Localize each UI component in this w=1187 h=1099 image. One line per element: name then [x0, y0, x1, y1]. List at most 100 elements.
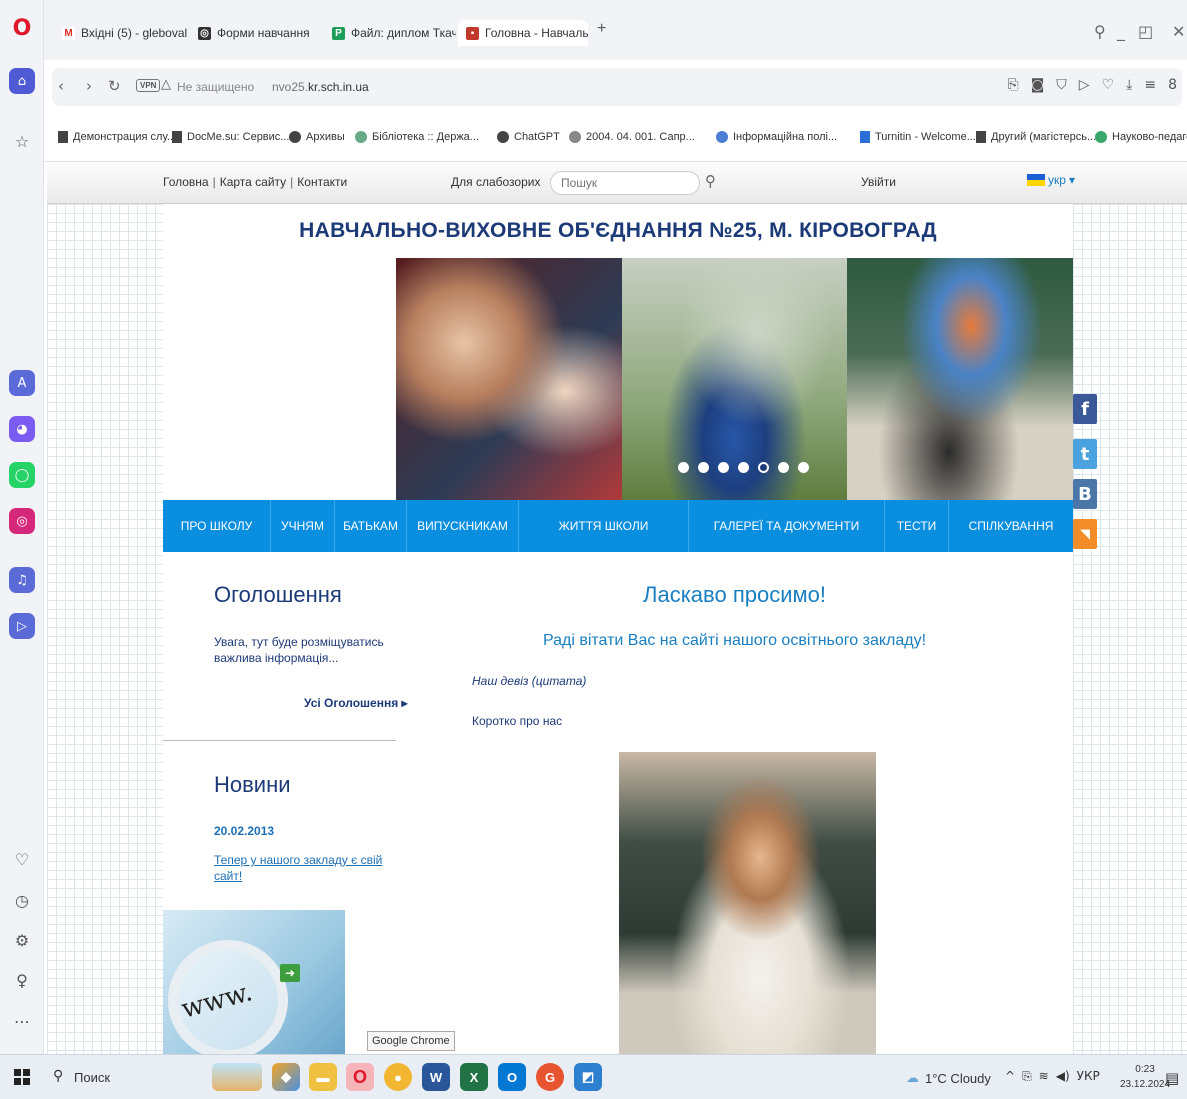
- taskbar-search[interactable]: Поиск: [74, 1070, 110, 1085]
- language-select[interactable]: укр ▾: [1027, 173, 1075, 187]
- menu-about-school[interactable]: ПРО ШКОЛУ: [163, 500, 271, 552]
- aria-icon[interactable]: A: [9, 370, 35, 396]
- heart-icon[interactable]: ♡: [1102, 77, 1115, 93]
- color-app-icon[interactable]: ◆: [272, 1063, 300, 1091]
- forward-icon[interactable]: ›: [86, 77, 92, 95]
- file-explorer-icon[interactable]: ▬: [309, 1063, 337, 1091]
- messenger-icon[interactable]: ◕: [9, 416, 35, 442]
- bookmark[interactable]: Бібліотека :: Держа...: [355, 131, 479, 143]
- slider-dot[interactable]: [778, 462, 789, 473]
- screenshot-icon[interactable]: ⎘: [1008, 77, 1019, 93]
- more-icon[interactable]: ⋯: [9, 1008, 35, 1034]
- home-icon[interactable]: ⌂: [9, 68, 35, 94]
- clipboard-icon[interactable]: ⎘: [1022, 1069, 1032, 1084]
- site-search-input[interactable]: [550, 171, 700, 195]
- bookmark[interactable]: Другий (магістерсь...: [976, 131, 1096, 143]
- chrome-icon[interactable]: ●: [384, 1063, 412, 1091]
- reload-icon[interactable]: ↻: [108, 77, 121, 95]
- whatsapp-icon[interactable]: ◯: [9, 462, 35, 488]
- bookmark[interactable]: Архивы: [289, 131, 345, 143]
- slider-dot[interactable]: [718, 462, 729, 473]
- download-icon[interactable]: ⤓: [1126, 77, 1132, 93]
- shield-icon[interactable]: ⛉: [1056, 77, 1067, 93]
- clock[interactable]: 0:23 23.12.2024: [1120, 1062, 1170, 1092]
- bookmark[interactable]: Turnitin - Welcome...: [860, 131, 976, 143]
- slider-dot[interactable]: [698, 462, 709, 473]
- gmail-icon: M: [62, 26, 75, 40]
- bookmark[interactable]: Науково-педагогіч...: [1095, 131, 1187, 143]
- music-icon[interactable]: ♫: [9, 567, 35, 593]
- player-icon[interactable]: ▷: [9, 613, 35, 639]
- news-link[interactable]: Тепер у нашого закладу є свій сайт!: [214, 852, 394, 884]
- camera-icon[interactable]: ◙: [1031, 77, 1045, 93]
- menu-school-life[interactable]: ЖИТТЯ ШКОЛИ: [519, 500, 689, 552]
- volume-icon[interactable]: ◀): [1056, 1069, 1070, 1084]
- bookmark[interactable]: DocMe.su: Сервис...: [172, 131, 289, 143]
- search-tabs-icon[interactable]: ⚲: [1094, 22, 1106, 41]
- tab-diploma[interactable]: P Файл: диплом Ткаченко: [324, 20, 456, 46]
- menu-students[interactable]: УЧНЯМ: [271, 500, 335, 552]
- history-icon[interactable]: ◷: [9, 887, 35, 913]
- bookmark[interactable]: Демонстрация слу...: [58, 131, 176, 143]
- profile-icon[interactable]: 8: [1168, 77, 1177, 93]
- tips-icon[interactable]: ♀: [9, 967, 35, 993]
- slider-dot[interactable]: [678, 462, 689, 473]
- nav-home-link[interactable]: Головна: [163, 175, 209, 189]
- warning-icon[interactable]: △: [161, 77, 171, 92]
- menu-icon[interactable]: ≡: [1144, 77, 1156, 93]
- app-icon[interactable]: ◩: [574, 1063, 602, 1091]
- notifications-icon[interactable]: ▤: [1165, 1069, 1179, 1087]
- heart-icon[interactable]: ♡: [9, 846, 35, 872]
- menu-graduates[interactable]: ВИПУСКНИКАМ: [407, 500, 519, 552]
- site-top-nav: Головна | Карта сайту | Контакти: [163, 175, 347, 189]
- send-icon[interactable]: ▷: [1079, 77, 1090, 93]
- search-icon[interactable]: ⚲: [705, 172, 716, 190]
- windows-start-icon[interactable]: [14, 1069, 30, 1085]
- bookmark[interactable]: Інформаційна полі...: [716, 131, 837, 143]
- vpn-badge[interactable]: VPN: [136, 79, 161, 92]
- rss-icon[interactable]: ◥: [1073, 519, 1097, 549]
- menu-galleries-docs[interactable]: ГАЛЕРЕЇ ТА ДОКУМЕНТИ: [689, 500, 885, 552]
- chevron-up-icon[interactable]: ^: [1005, 1069, 1015, 1084]
- opera-icon[interactable]: O: [346, 1063, 374, 1091]
- settings-icon[interactable]: ⚙: [9, 927, 35, 953]
- menu-communication[interactable]: СПІЛКУВАННЯ: [949, 500, 1073, 552]
- word-icon[interactable]: W: [422, 1063, 450, 1091]
- nav-contacts-link[interactable]: Контакти: [297, 175, 347, 189]
- url-text[interactable]: nvo25.kr.sch.in.ua: [272, 80, 369, 94]
- minimize-icon[interactable]: _: [1117, 22, 1125, 41]
- facebook-icon[interactable]: f: [1073, 394, 1097, 424]
- instagram-icon[interactable]: ◎: [9, 508, 35, 534]
- language-indicator[interactable]: УКР: [1077, 1069, 1100, 1084]
- login-link[interactable]: Увійти: [861, 175, 896, 189]
- excel-icon[interactable]: X: [460, 1063, 488, 1091]
- bookmark[interactable]: 2004. 04. 001. Сапр...: [569, 131, 695, 143]
- slider-dot[interactable]: [738, 462, 749, 473]
- weather-widget[interactable]: ☁ 1°C Cloudy: [906, 1070, 991, 1086]
- search-icon[interactable]: ⚲: [53, 1068, 63, 1084]
- outlook-icon[interactable]: O: [498, 1063, 526, 1091]
- new-tab-button[interactable]: +: [597, 20, 606, 38]
- all-announcements-link[interactable]: Усі Оголошення ▸: [304, 696, 408, 710]
- slider-dot-active[interactable]: [758, 462, 769, 473]
- tab-forms[interactable]: ◎ Форми навчання: [190, 20, 320, 46]
- menu-tests[interactable]: ТЕСТИ: [885, 500, 949, 552]
- restore-icon[interactable]: ◰: [1138, 22, 1153, 41]
- tab-school-site[interactable]: ▪ Головна - Навчально-ви: [458, 20, 588, 46]
- back-icon[interactable]: ‹: [58, 77, 64, 95]
- slider-dot[interactable]: [798, 462, 809, 473]
- menu-parents[interactable]: БАТЬКАМ: [335, 500, 407, 552]
- opera-logo-icon[interactable]: O: [8, 8, 36, 48]
- tab-gmail[interactable]: M Вхідні (5) - gleboval1980@: [54, 20, 188, 46]
- widget-icon[interactable]: [212, 1063, 262, 1091]
- twitter-icon[interactable]: t: [1073, 439, 1097, 469]
- app-g-icon[interactable]: G: [536, 1063, 564, 1091]
- visually-impaired-link[interactable]: Для слабозорих: [451, 175, 540, 189]
- nav-sitemap-link[interactable]: Карта сайту: [220, 175, 286, 189]
- star-icon[interactable]: ☆: [9, 128, 35, 154]
- wifi-icon[interactable]: ≋: [1039, 1069, 1049, 1084]
- close-icon[interactable]: ✕: [1172, 22, 1185, 41]
- vk-icon[interactable]: B: [1073, 479, 1097, 509]
- bookmark[interactable]: ChatGPT: [497, 131, 560, 143]
- news-image[interactable]: www. ➜: [163, 910, 345, 1054]
